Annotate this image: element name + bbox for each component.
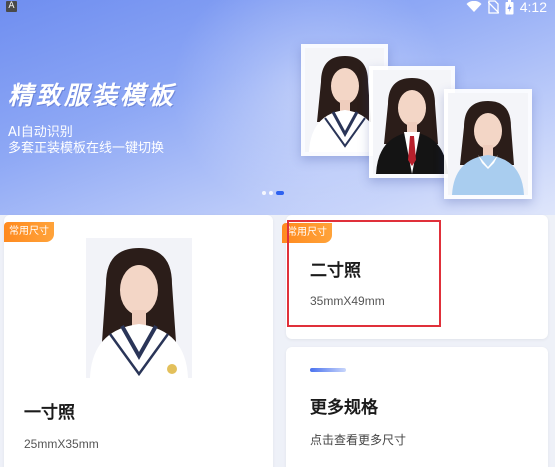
carousel-dot-active (276, 191, 284, 195)
no-sim-icon (487, 0, 499, 14)
more-specs-accent-bar (310, 368, 346, 372)
battery-charging-icon (505, 0, 514, 14)
one-inch-sample-photo (86, 238, 192, 378)
more-specs-card[interactable]: 更多规格 点击查看更多尺寸 (286, 347, 548, 467)
template-banner[interactable]: A 4:12 精致服装模板 AI自动识别 多套正装模板在线一键切换 (0, 0, 555, 215)
more-specs-subtitle: 点击查看更多尺寸 (310, 433, 407, 447)
app-notification-icon: A (6, 1, 17, 12)
portrait-illustration (448, 93, 528, 195)
common-size-tag: 常用尺寸 (4, 222, 54, 242)
selection-highlight (287, 220, 441, 327)
one-inch-photo-card[interactable]: 常用尺寸 一寸照 25mmX35mm (4, 215, 273, 467)
more-specs-title: 更多规格 (310, 398, 378, 418)
status-icons: 4:12 (466, 0, 547, 15)
sample-photo-suit (369, 66, 455, 178)
status-bar: A 4:12 (0, 0, 555, 15)
banner-title: 精致服装模板 (8, 81, 177, 110)
sample-photo-shirt (444, 89, 532, 199)
wifi-icon (466, 1, 482, 12)
carousel-dot (269, 191, 273, 195)
one-inch-title: 一寸照 (24, 403, 75, 423)
carousel-dot (262, 191, 266, 195)
one-inch-size: 25mmX35mm (24, 437, 99, 451)
clock-time: 4:12 (519, 0, 547, 15)
carousel-indicator (262, 191, 284, 195)
banner-subtitle-line2: 多套正装模板在线一键切换 (8, 141, 165, 156)
portrait-illustration (373, 70, 451, 174)
